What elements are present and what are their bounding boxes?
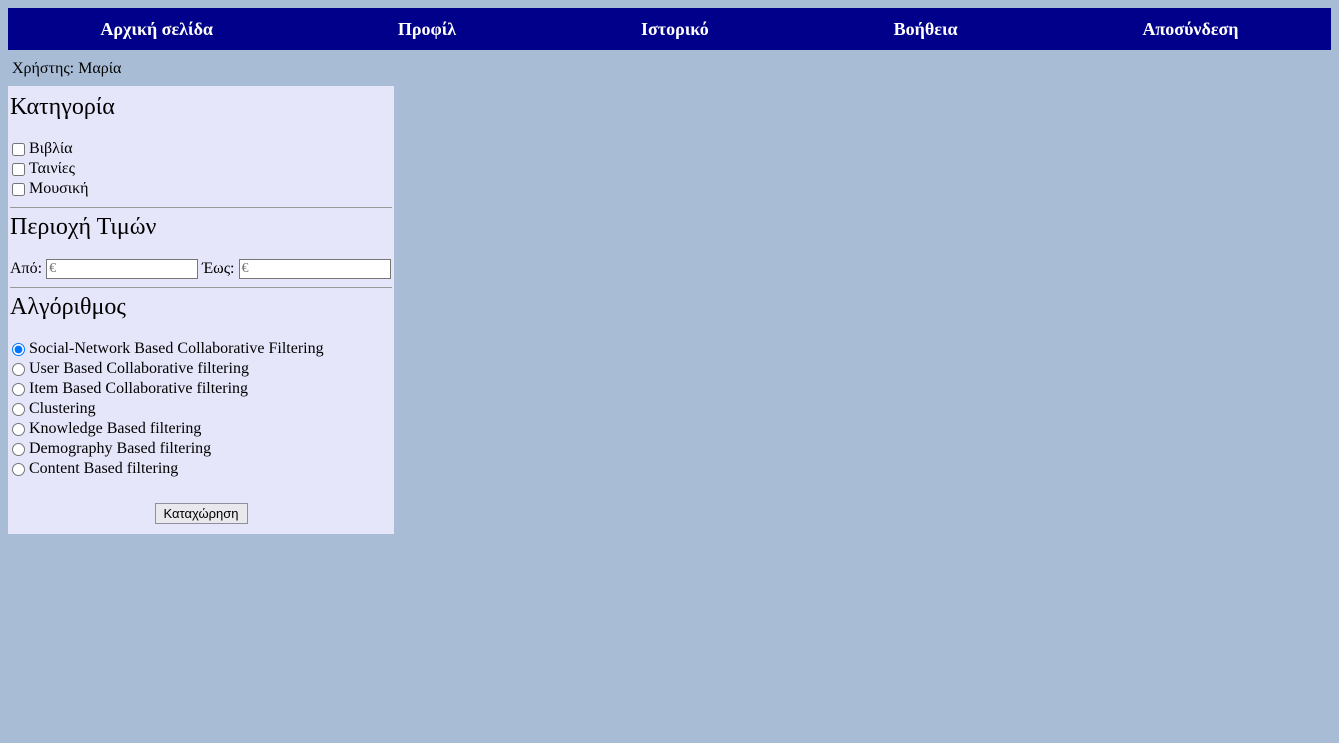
- nav-home[interactable]: Αρχική σελίδα: [100, 19, 213, 40]
- checkbox-books[interactable]: [12, 143, 25, 156]
- category-title: Κατηγορία: [10, 94, 392, 121]
- label-books: Βιβλία: [29, 139, 73, 159]
- price-to-label: Έως:: [202, 260, 234, 278]
- divider: [10, 287, 392, 288]
- price-title: Περιοχή Τιμών: [10, 214, 392, 241]
- price-to-input[interactable]: [239, 259, 391, 279]
- radio-social[interactable]: [12, 343, 25, 356]
- label-clustering: Clustering: [29, 399, 96, 419]
- radio-user[interactable]: [12, 363, 25, 376]
- submit-button[interactable]: Καταχώρηση: [155, 503, 248, 524]
- radio-content[interactable]: [12, 463, 25, 476]
- algorithm-title: Αλγόριθμος: [10, 294, 392, 321]
- checkbox-music[interactable]: [12, 183, 25, 196]
- label-demography: Demography Based filtering: [29, 439, 211, 459]
- radio-item[interactable]: [12, 383, 25, 396]
- label-social: Social-Network Based Collaborative Filte…: [29, 339, 324, 359]
- radio-knowledge[interactable]: [12, 423, 25, 436]
- checkbox-movies[interactable]: [12, 163, 25, 176]
- price-from-input[interactable]: [46, 259, 198, 279]
- price-from-label: Από:: [10, 260, 42, 278]
- radio-clustering[interactable]: [12, 403, 25, 416]
- user-info: Χρήστης: Μαρία: [8, 50, 1331, 86]
- divider: [10, 207, 392, 208]
- label-movies: Ταινίες: [29, 159, 75, 179]
- label-music: Μουσική: [29, 179, 89, 199]
- sidebar: Κατηγορία Βιβλία Ταινίες Μουσική Περιοχή…: [8, 86, 394, 534]
- label-user: User Based Collaborative filtering: [29, 359, 249, 379]
- nav-bar: Αρχική σελίδα Προφίλ Ιστορικό Βοήθεια Απ…: [8, 8, 1331, 50]
- nav-help[interactable]: Βοήθεια: [894, 19, 958, 40]
- nav-history[interactable]: Ιστορικό: [641, 19, 709, 40]
- nav-profile[interactable]: Προφίλ: [398, 19, 456, 40]
- nav-logout[interactable]: Αποσύνδεση: [1142, 19, 1238, 40]
- label-content: Content Based filtering: [29, 459, 178, 479]
- label-knowledge: Knowledge Based filtering: [29, 419, 201, 439]
- label-item: Item Based Collaborative filtering: [29, 379, 248, 399]
- radio-demography[interactable]: [12, 443, 25, 456]
